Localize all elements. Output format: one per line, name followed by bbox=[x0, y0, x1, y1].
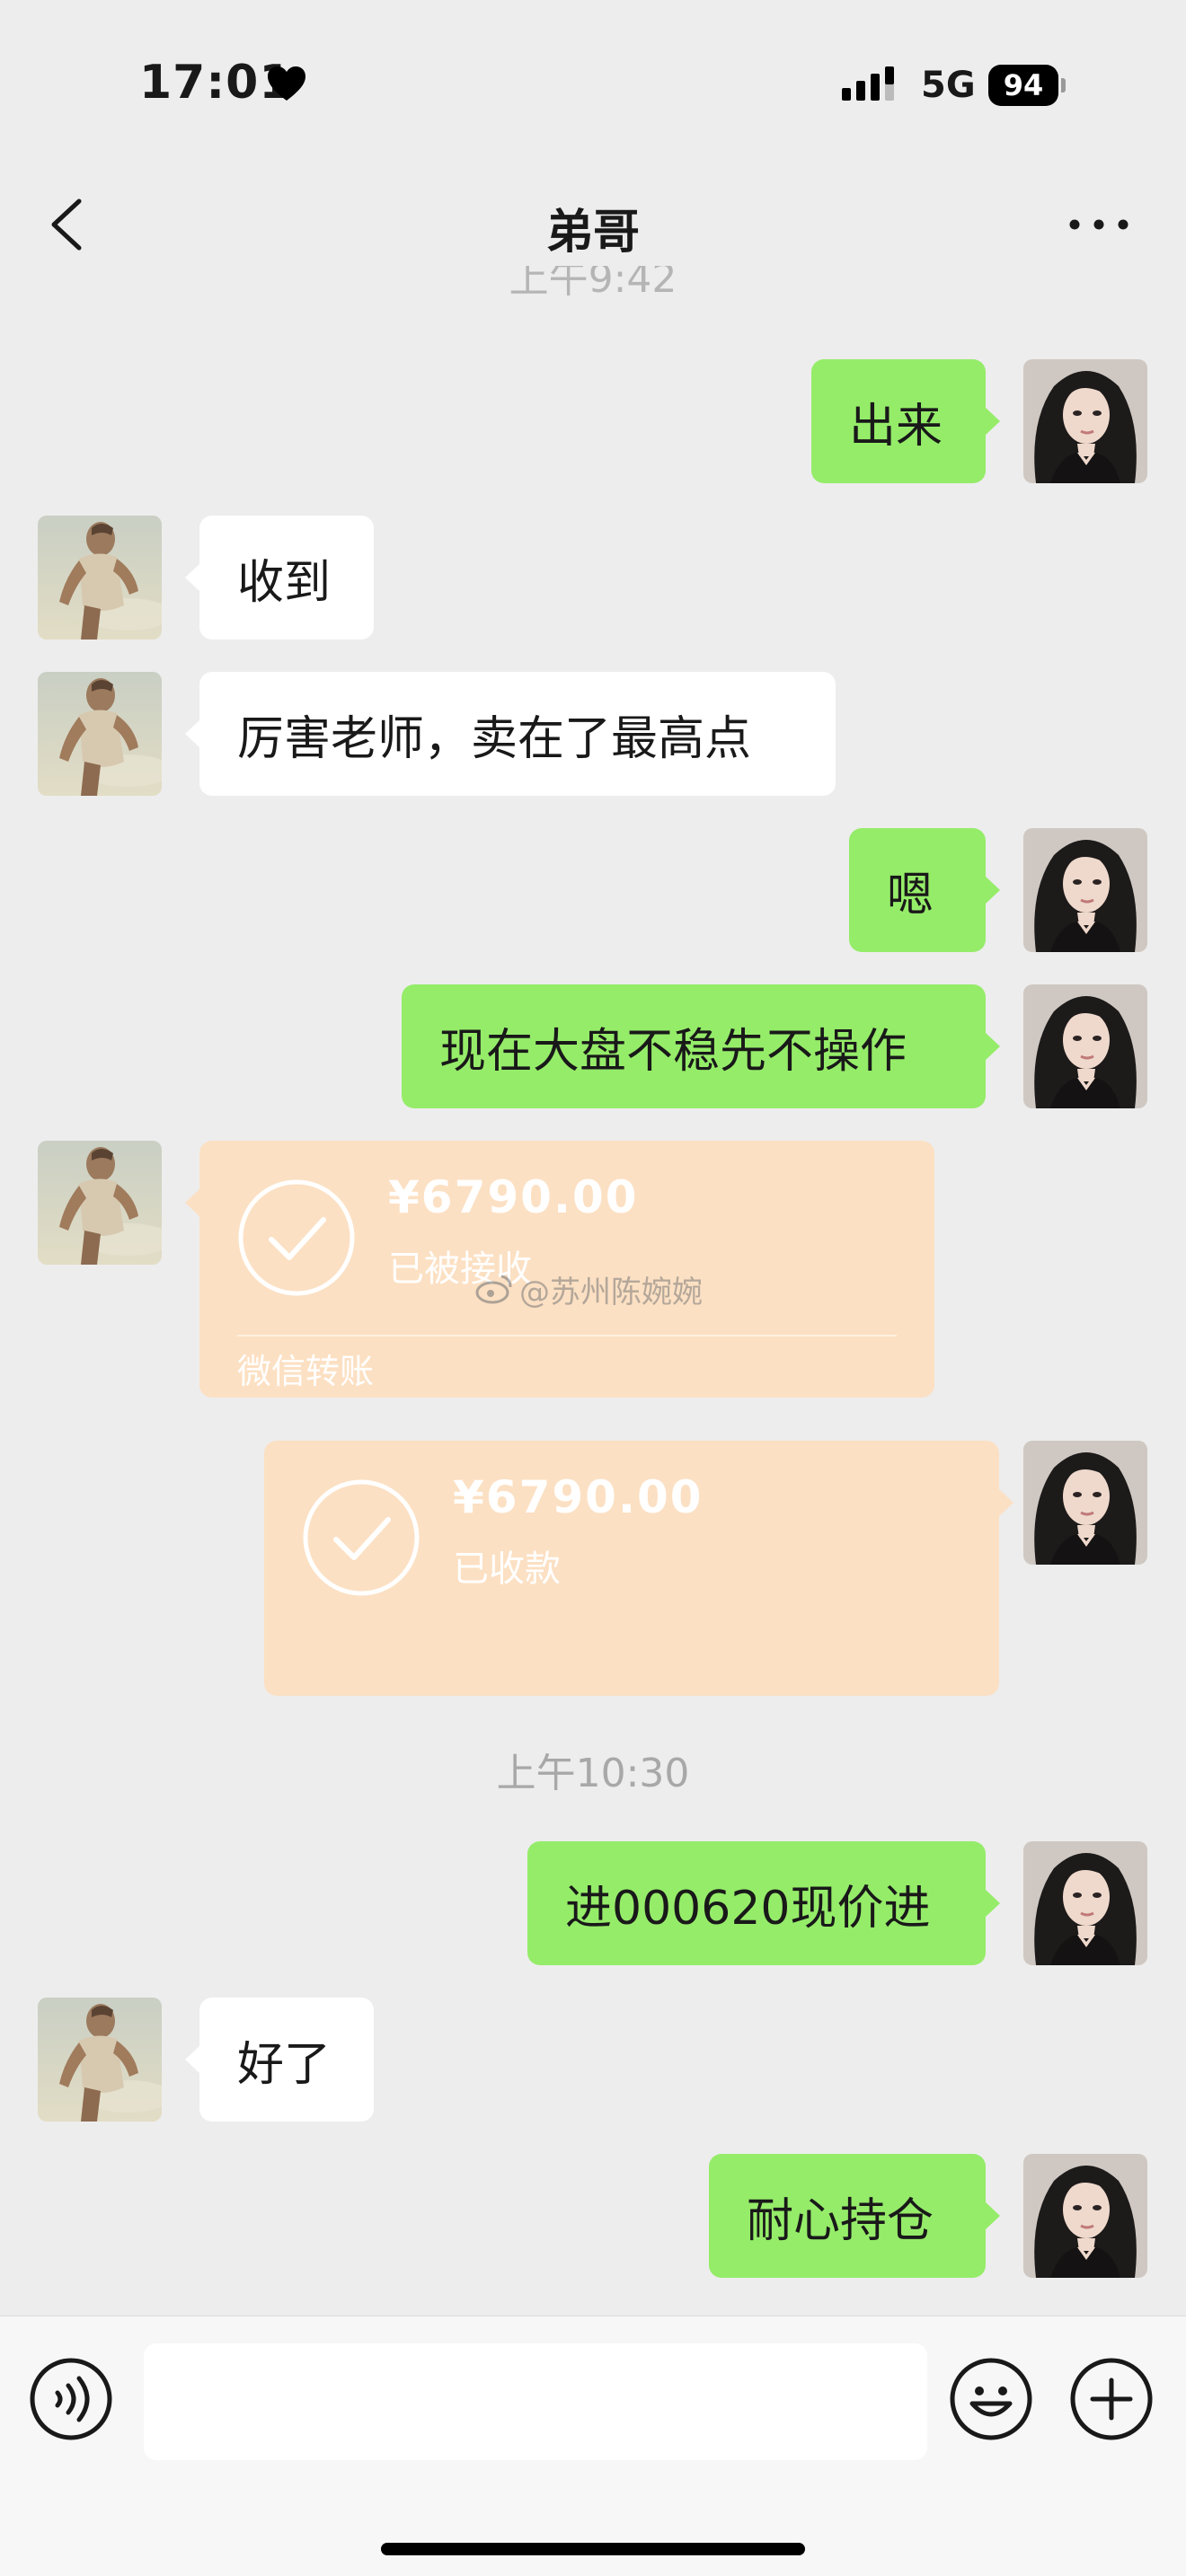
heart-icon bbox=[268, 66, 305, 101]
check-circle-icon bbox=[302, 1478, 420, 1597]
battery-level: 94 bbox=[988, 65, 1058, 106]
timestamp-clipped: 上午9:42 bbox=[0, 266, 1186, 305]
avatar-image bbox=[1023, 2154, 1147, 2278]
network-type: 5G bbox=[921, 65, 976, 106]
avatar-image bbox=[1023, 984, 1147, 1108]
watermark: @苏州陈婉婉 bbox=[474, 1266, 703, 1311]
my-avatar[interactable] bbox=[1023, 984, 1147, 1108]
message-bubble-sent[interactable]: 进000620现价进 bbox=[527, 1841, 1000, 1965]
input-bar bbox=[0, 2316, 1186, 2576]
avatar-image bbox=[1023, 828, 1147, 952]
message-bubble-sent[interactable]: 出来 bbox=[811, 359, 1000, 483]
transfer-amount: ¥6790.00 bbox=[453, 1471, 704, 1523]
my-avatar[interactable] bbox=[1023, 2154, 1147, 2278]
avatar-image bbox=[38, 1141, 162, 1265]
plus-icon[interactable] bbox=[1069, 2357, 1154, 2441]
more-dots-icon[interactable] bbox=[1067, 207, 1130, 243]
message-input[interactable] bbox=[144, 2343, 927, 2460]
divider bbox=[237, 1335, 897, 1337]
message-bubble-received[interactable]: 收到 bbox=[185, 516, 374, 640]
contact-avatar[interactable] bbox=[38, 1998, 162, 2122]
contact-avatar[interactable] bbox=[38, 516, 162, 640]
battery-tip bbox=[1061, 78, 1066, 93]
weibo-icon bbox=[475, 1275, 512, 1304]
status-bar: 17:01 5G 94 bbox=[0, 0, 1186, 171]
chat-header: 弟哥 bbox=[0, 171, 1186, 278]
contact-avatar[interactable] bbox=[38, 1141, 162, 1265]
avatar-image bbox=[1023, 359, 1147, 483]
watermark-text: @苏州陈婉婉 bbox=[519, 1274, 703, 1310]
signal-icon bbox=[842, 66, 894, 101]
message-bubble-sent[interactable]: 嗯 bbox=[849, 828, 1000, 952]
message-bubble-sent[interactable]: 现在大盘不稳先不操作 bbox=[402, 984, 1000, 1108]
avatar-image bbox=[38, 1998, 162, 2122]
battery-icon: 94 bbox=[988, 65, 1066, 106]
home-indicator bbox=[381, 2543, 805, 2555]
avatar-image bbox=[1023, 1441, 1147, 1565]
avatar-image bbox=[38, 672, 162, 796]
message-bubble-received[interactable]: 好了 bbox=[185, 1998, 374, 2122]
transfer-footer: 微信转账 bbox=[237, 1352, 375, 1391]
chat-title: 弟哥 bbox=[545, 206, 640, 260]
my-avatar[interactable] bbox=[1023, 1841, 1147, 1965]
message-bubble-sent[interactable]: 耐心持仓 bbox=[709, 2154, 1000, 2278]
check-circle-icon bbox=[237, 1178, 356, 1297]
avatar-image bbox=[38, 516, 162, 640]
my-avatar[interactable] bbox=[1023, 359, 1147, 483]
voice-icon[interactable] bbox=[29, 2357, 113, 2441]
transfer-status: 已收款 bbox=[453, 1548, 561, 1590]
timestamp-text: 上午9:42 bbox=[509, 266, 677, 302]
emoji-icon[interactable] bbox=[949, 2357, 1033, 2441]
avatar-image bbox=[1023, 1841, 1147, 1965]
my-avatar[interactable] bbox=[1023, 828, 1147, 952]
transfer-amount: ¥6790.00 bbox=[388, 1171, 639, 1223]
contact-avatar[interactable] bbox=[38, 672, 162, 796]
transfer-card-sent[interactable]: ¥6790.00 已收款 bbox=[264, 1441, 1013, 1696]
timestamp: 上午10:30 bbox=[496, 1751, 690, 1796]
message-bubble-received[interactable]: 厉害老师，卖在了最高点 bbox=[185, 672, 836, 796]
my-avatar[interactable] bbox=[1023, 1441, 1147, 1565]
